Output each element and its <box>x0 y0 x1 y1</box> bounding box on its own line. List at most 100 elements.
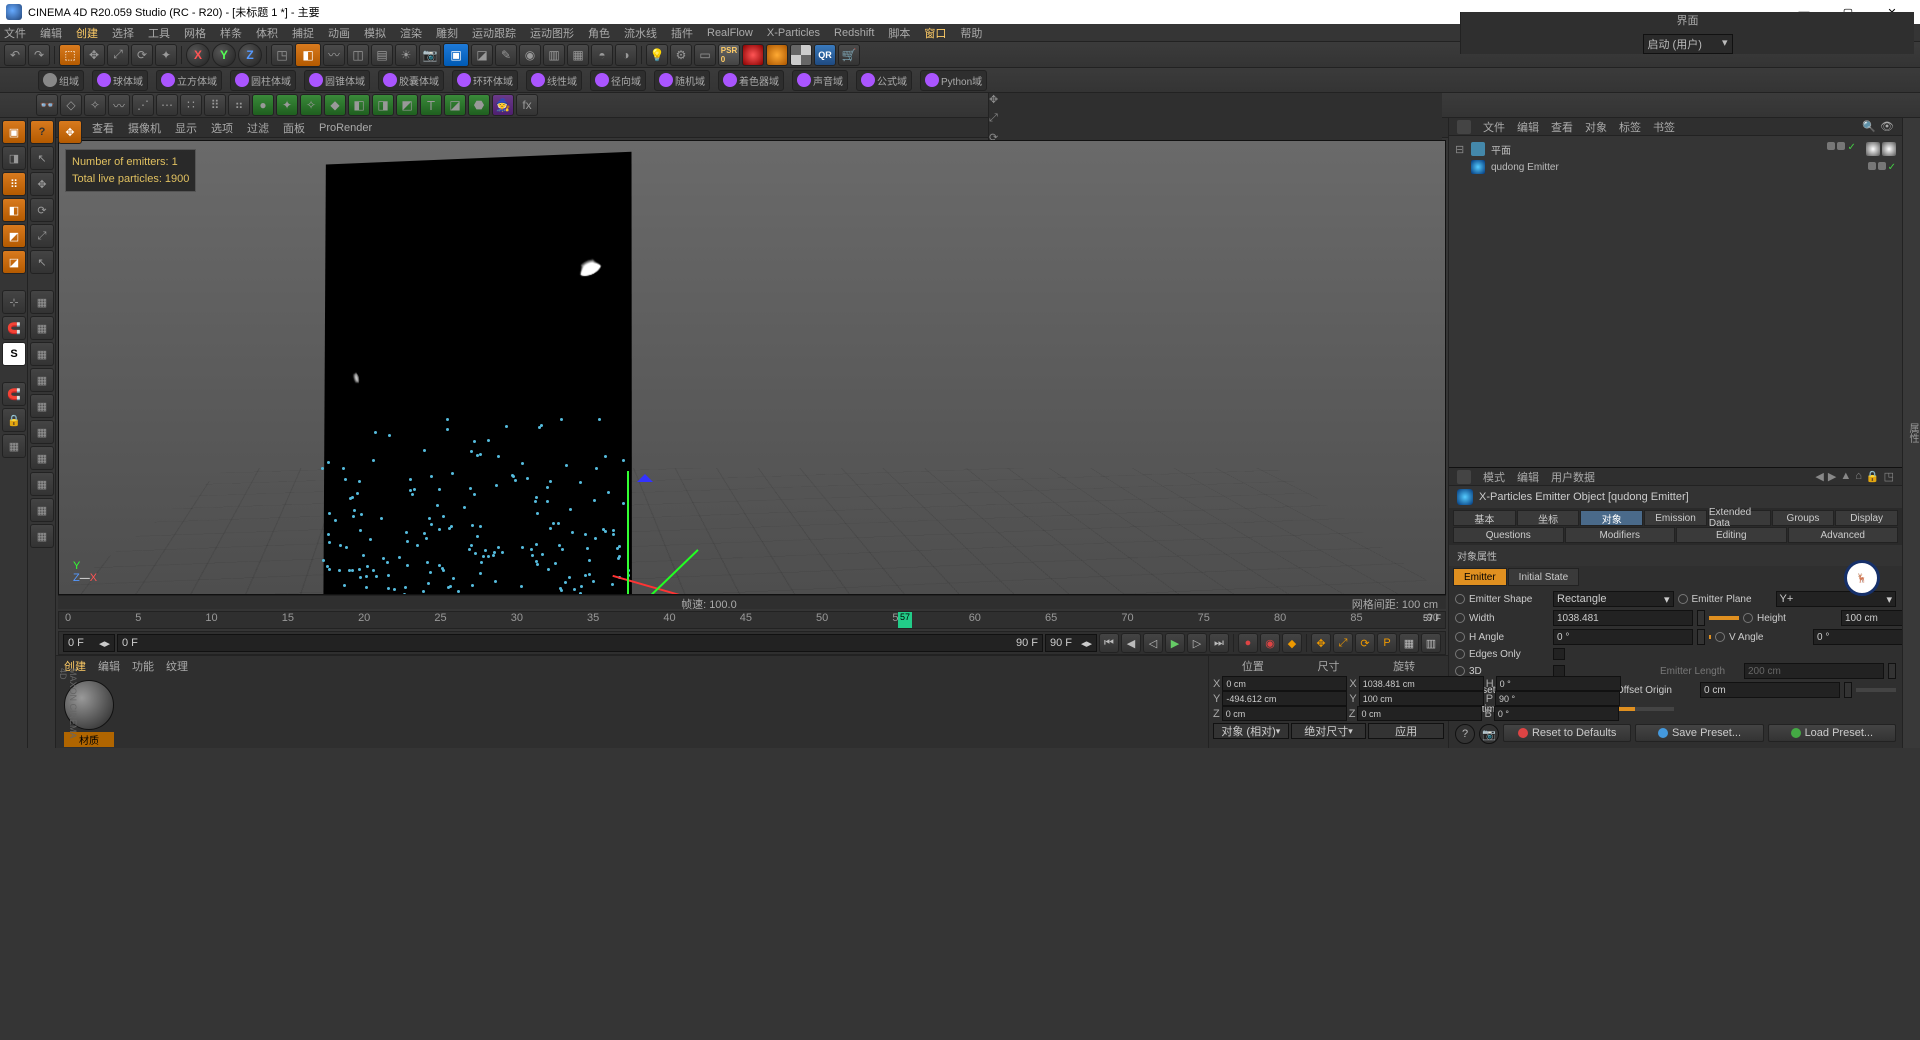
xp-tool1[interactable]: ◇ <box>60 94 82 116</box>
select-tool[interactable]: ⬚ <box>59 44 81 66</box>
xp-green2[interactable]: ✦ <box>276 94 298 116</box>
vp-options[interactable]: 选项 <box>211 120 233 136</box>
xp-tool3[interactable]: 〰 <box>108 94 130 116</box>
attr-tab-userdata[interactable]: 用户数据 <box>1551 469 1595 485</box>
key-pos[interactable]: ✥ <box>1311 633 1331 653</box>
menu-file[interactable]: 文件 <box>4 25 26 41</box>
xp-green3[interactable]: ✧ <box>300 94 322 116</box>
grid6[interactable]: ▦ <box>30 420 54 444</box>
menu-render[interactable]: 渲染 <box>400 25 422 41</box>
grid9[interactable]: ▦ <box>30 498 54 522</box>
field-radial[interactable]: 径向域 <box>590 70 646 91</box>
last-tool[interactable]: ✦ <box>155 44 177 66</box>
menu-character[interactable]: 角色 <box>588 25 610 41</box>
hangle-input[interactable] <box>1553 629 1693 645</box>
grid4[interactable]: ▦ <box>30 368 54 392</box>
attr-tab-advanced[interactable]: Advanced <box>1788 527 1899 543</box>
menu-mesh[interactable]: 网格 <box>184 25 206 41</box>
vp-camera[interactable]: 摄像机 <box>128 120 161 136</box>
mode-object[interactable]: ▣ <box>2 120 26 144</box>
vp-nav1[interactable]: ✥ <box>989 93 1442 106</box>
menu-tools[interactable]: 工具 <box>148 25 170 41</box>
vp-view[interactable]: 查看 <box>92 120 114 136</box>
key-scale[interactable]: ⤢ <box>1333 633 1353 653</box>
objmgr-filter-icon[interactable]: 👁 <box>1880 120 1894 133</box>
go-end[interactable]: ⏭ <box>1209 633 1229 653</box>
mode-model[interactable]: ◪ <box>2 250 26 274</box>
right-dock-strip[interactable]: 属性 <box>1902 118 1920 748</box>
mode-points[interactable]: ⠿ <box>2 172 26 196</box>
play-forward[interactable]: ▶ <box>1165 633 1185 653</box>
help-icon[interactable]: ? <box>1455 724 1475 744</box>
xp-tool2[interactable]: ✧ <box>84 94 106 116</box>
field-capsule[interactable]: 胶囊体域 <box>378 70 444 91</box>
menu-xparticles[interactable]: X-Particles <box>767 27 820 39</box>
xp-green9[interactable]: ◪ <box>444 94 466 116</box>
menu-plugins[interactable]: 插件 <box>671 25 693 41</box>
menu-edit[interactable]: 编辑 <box>40 25 62 41</box>
texture-tag-icon[interactable] <box>1866 142 1880 156</box>
undo-button[interactable]: ↶ <box>4 44 26 66</box>
vp-panel[interactable]: 面板 <box>283 120 305 136</box>
attr-menu-icon[interactable] <box>1457 470 1471 484</box>
mode-polys[interactable]: ◩ <box>2 224 26 248</box>
xp-green4[interactable]: ◆ <box>324 94 346 116</box>
emitter-plane-select[interactable]: Y+▾ <box>1776 591 1897 607</box>
move-tool[interactable]: ✥ <box>83 44 105 66</box>
scale-tool[interactable]: ⤢ <box>107 44 129 66</box>
step-forward[interactable]: ▷ <box>1187 633 1207 653</box>
field-cube[interactable]: 立方体域 <box>156 70 222 91</box>
workplane[interactable]: ▦ <box>2 434 26 458</box>
field-group[interactable]: 组域 <box>38 70 84 91</box>
menu-script[interactable]: 脚本 <box>888 25 910 41</box>
mat-tab-func[interactable]: 功能 <box>132 658 154 674</box>
add-generator[interactable]: ◫ <box>347 44 369 66</box>
subtab-initial[interactable]: Initial State <box>1508 568 1579 586</box>
timeline[interactable]: 051015202530354045505560657075808590 57 … <box>58 611 1446 629</box>
store-button[interactable]: 🛒 <box>838 44 860 66</box>
attr-tab-mode[interactable]: 模式 <box>1483 469 1505 485</box>
objmgr-tab-edit[interactable]: 编辑 <box>1517 119 1539 135</box>
field-torus[interactable]: 环环体域 <box>452 70 518 91</box>
field-sound[interactable]: 声音域 <box>792 70 848 91</box>
soft-select[interactable]: S <box>2 342 26 366</box>
layout-dropdown[interactable]: 启动 (用户)▾ <box>1643 34 1733 54</box>
pointer-tool[interactable]: ↖ <box>30 250 54 274</box>
edges-only-checkbox[interactable] <box>1553 648 1565 660</box>
expand-icon[interactable] <box>1455 161 1465 173</box>
phong-tag-icon[interactable] <box>1882 142 1896 156</box>
field-linear[interactable]: 线性域 <box>526 70 582 91</box>
scale-tool-l[interactable]: ⤢ <box>30 224 54 248</box>
menu-redshift[interactable]: Redshift <box>834 27 874 39</box>
add-light[interactable]: 💡 <box>646 44 668 66</box>
redo-button[interactable]: ↷ <box>28 44 50 66</box>
objmgr-tab-view[interactable]: 查看 <box>1551 119 1573 135</box>
qr-button[interactable]: QR <box>814 44 836 66</box>
field-sphere[interactable]: 球体域 <box>92 70 148 91</box>
xp-tool5[interactable]: ⋯ <box>156 94 178 116</box>
menu-sim[interactable]: 模拟 <box>364 25 386 41</box>
xp-tool4[interactable]: ⋰ <box>132 94 154 116</box>
subtab-emitter[interactable]: Emitter <box>1453 568 1507 586</box>
grid5[interactable]: ▦ <box>30 394 54 418</box>
snap-toggle[interactable]: 🧲 <box>2 316 26 340</box>
coord-system[interactable]: ◳ <box>271 44 293 66</box>
menu-snap[interactable]: 捕捉 <box>292 25 314 41</box>
menu-mograph[interactable]: 运动图形 <box>530 25 574 41</box>
magnet-tool[interactable]: 🧲 <box>2 382 26 406</box>
objmgr-tab-obj[interactable]: 对象 <box>1585 119 1607 135</box>
move-tool-l[interactable]: ✥ <box>30 172 54 196</box>
xp-green10[interactable]: ⬣ <box>468 94 490 116</box>
cam-icon[interactable]: 📷 <box>1479 724 1499 744</box>
viewport-move-gizmo[interactable]: ✥ <box>58 120 82 144</box>
xp-tool7[interactable]: ⠿ <box>204 94 226 116</box>
rotate-tool[interactable]: ⟳ <box>131 44 153 66</box>
menu-window[interactable]: 窗口 <box>924 25 946 41</box>
objmgr-tab-book[interactable]: 书签 <box>1653 119 1675 135</box>
add-camera[interactable]: 📷 <box>419 44 441 66</box>
offset-origin-input[interactable] <box>1700 682 1840 698</box>
range-bar[interactable]: 0 F90 F <box>117 634 1043 652</box>
tree-row-plane[interactable]: ⊟ 平面 ✓ <box>1455 140 1896 158</box>
mat-tab-edit[interactable]: 编辑 <box>98 658 120 674</box>
xp-tool6[interactable]: ∷ <box>180 94 202 116</box>
